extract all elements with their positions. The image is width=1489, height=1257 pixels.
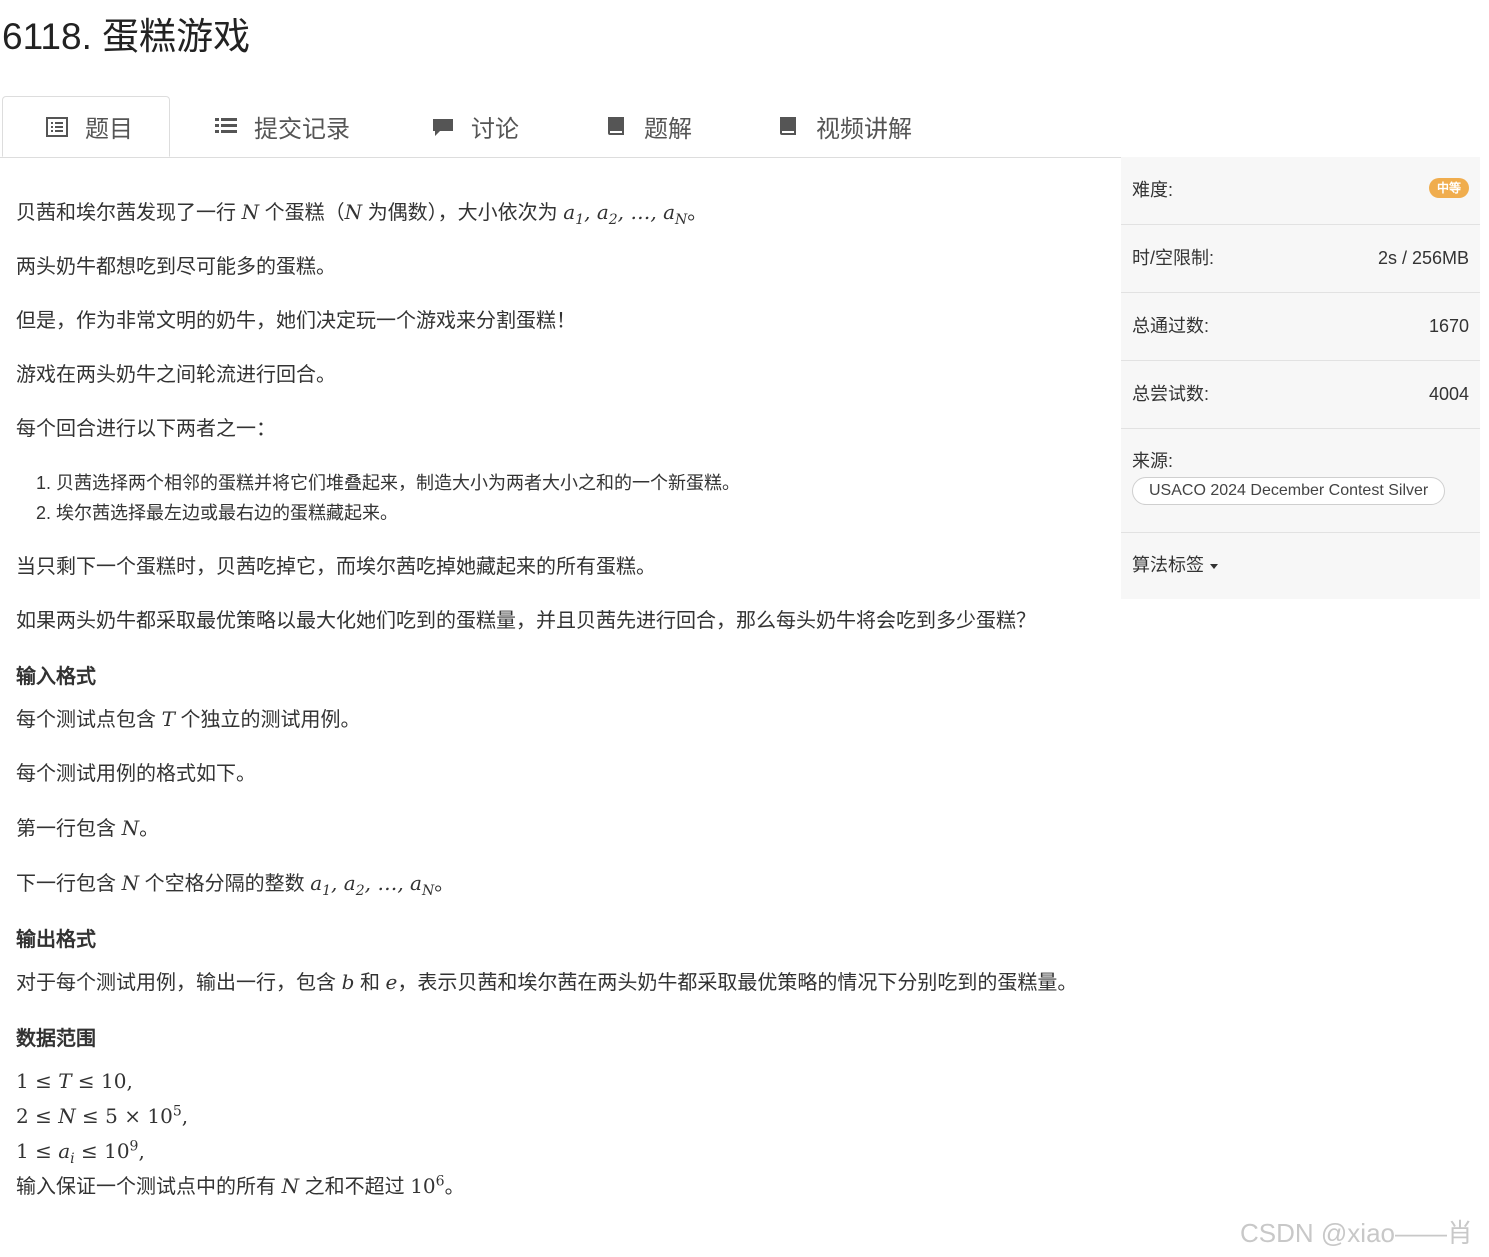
limit-label: 时/空限制: — [1132, 248, 1215, 268]
output-paragraph: 对于每个测试用例，输出一行，包含 b 和 e，表示贝茜和埃尔茜在两头奶牛都采取最… — [16, 965, 1091, 1000]
output-heading: 输出格式 — [16, 929, 96, 951]
input-heading: 输入格式 — [16, 666, 96, 688]
info-sidebar: 难度: 中等 时/空限制: 2s / 256MB 总通过数: 1670 总尝试数… — [1121, 157, 1480, 599]
statement-paragraph: 贝茜和埃尔茜发现了一行 N 个蛋糕（N 为偶数），大小依次为 a1, a2, …… — [16, 195, 1091, 230]
tab-submissions-label: 提交记录 — [254, 115, 350, 143]
text: 每个测试点包含 — [16, 709, 156, 731]
tab-problem[interactable]: 题目 — [2, 96, 170, 157]
text: 。 — [687, 202, 708, 224]
text: 下一行包含 — [16, 873, 116, 895]
input-paragraph: 每个测试点包含 T 个独立的测试用例。 — [16, 702, 1091, 737]
problem-tabs: 题目 提交记录 讨论 题解 视频讲解 — [0, 96, 1480, 158]
difficulty-row: 难度: 中等 — [1121, 157, 1480, 225]
math-e: e — [385, 970, 398, 994]
math-b: b — [341, 970, 355, 994]
tab-discussion-label: 讨论 — [471, 115, 519, 143]
math-N: N — [121, 871, 140, 895]
source-label: 来源: — [1132, 451, 1174, 471]
book-icon — [780, 117, 796, 135]
range-heading: 数据范围 — [16, 1028, 96, 1050]
difficulty-badge: 中等 — [1428, 178, 1469, 198]
range-line: 1 ≤ T ≤ 10, — [16, 1069, 133, 1093]
algorithm-tags-toggle[interactable]: 算法标签 — [1121, 533, 1480, 597]
list-alt-icon — [46, 116, 68, 137]
math-T: T — [161, 707, 175, 731]
math-sequence: a1, a2, …, aN — [563, 200, 688, 228]
comment-icon — [433, 119, 453, 136]
list-item: 埃尔茜选择最左边或最右边的蛋糕藏起来。 — [56, 498, 1091, 528]
caret-down-icon — [1210, 564, 1219, 570]
tab-solutions[interactable]: 题解 — [604, 96, 692, 156]
statement-paragraph: 如果两头奶牛都采取最优策略以最大化她们吃到的蛋糕量，并且贝茜先进行回合，那么每头… — [16, 610, 1036, 632]
input-paragraph: 每个测试用例的格式如下。 — [16, 763, 256, 785]
tags-label: 算法标签 — [1132, 555, 1204, 575]
limit-row: 时/空限制: 2s / 256MB — [1121, 225, 1480, 293]
text: 个空格分隔的整数 — [144, 873, 305, 895]
text: 。 — [444, 1176, 465, 1198]
text: 贝茜和埃尔茜发现了一行 — [16, 202, 236, 224]
input-paragraph: 下一行包含 N 个空格分隔的整数 a1, a2, …, aN。 — [16, 866, 1091, 901]
input-paragraph: 第一行包含 N。 — [16, 811, 1091, 846]
source-row: 来源: USACO 2024 December Contest Silver — [1121, 429, 1480, 533]
watermark: CSDN @xiao——肖 — [1240, 1218, 1473, 1248]
page-title: 6118. 蛋糕游戏 — [2, 16, 251, 57]
math-limit: 106 — [410, 1173, 445, 1198]
text: ，表示贝茜和埃尔茜在两头奶牛都采取最优策略的情况下分别吃到的蛋糕量。 — [397, 972, 1078, 994]
statement-paragraph: 两头奶牛都想吃到尽可能多的蛋糕。 — [16, 256, 336, 278]
tab-problem-label: 题目 — [85, 116, 133, 143]
statement-paragraph: 但是，作为非常文明的奶牛，她们决定玩一个游戏来分割蛋糕！ — [16, 310, 576, 332]
limit-value: 2s / 256MB — [1377, 248, 1469, 268]
statement-paragraph: 当只剩下一个蛋糕时，贝茜吃掉它，而埃尔茜吃掉她藏起来的所有蛋糕。 — [16, 556, 656, 578]
list-item: 贝茜选择两个相邻的蛋糕并将它们堆叠起来，制造大小为两者大小之和的一个新蛋糕。 — [56, 468, 1091, 498]
math-N: N — [241, 200, 260, 224]
attempts-label: 总尝试数: — [1132, 384, 1210, 404]
list-icon — [215, 118, 237, 133]
text: 个蛋糕（ — [264, 202, 345, 224]
difficulty-label: 难度: — [1132, 180, 1174, 200]
math-sequence: a1, a2, …, aN — [310, 871, 435, 899]
range-line: 2 ≤ N ≤ 5 × 105, — [16, 1103, 189, 1128]
tab-discussion[interactable]: 讨论 — [431, 96, 519, 156]
range-line: 输入保证一个测试点中的所有 N 之和不超过 106。 — [16, 1169, 1091, 1204]
text: 输入保证一个测试点中的所有 — [16, 1176, 276, 1198]
tab-video-label: 视频讲解 — [816, 115, 912, 143]
book-icon — [608, 117, 624, 135]
text: 和 — [359, 972, 380, 994]
passed-label: 总通过数: — [1132, 316, 1210, 336]
problem-content: 贝茜和埃尔茜发现了一行 N 个蛋糕（N 为偶数），大小依次为 a1, a2, …… — [16, 175, 1091, 1204]
passed-value: 1670 — [1428, 316, 1469, 336]
math-N: N — [121, 816, 140, 840]
tab-video[interactable]: 视频讲解 — [776, 96, 912, 156]
attempts-value: 4004 — [1428, 384, 1469, 404]
move-list: 贝茜选择两个相邻的蛋糕并将它们堆叠起来，制造大小为两者大小之和的一个新蛋糕。 埃… — [16, 468, 1091, 528]
text: 对于每个测试用例，输出一行，包含 — [16, 972, 336, 994]
text: 为偶数），大小依次为 — [367, 202, 558, 224]
statement-paragraph: 每个回合进行以下两者之一： — [16, 418, 276, 440]
text: 。 — [434, 873, 455, 895]
statement-paragraph: 游戏在两头奶牛之间轮流进行回合。 — [16, 364, 336, 386]
text: 第一行包含 — [16, 818, 116, 840]
attempts-row: 总尝试数: 4004 — [1121, 361, 1480, 429]
text: 之和不超过 — [304, 1176, 405, 1198]
math-N: N — [281, 1174, 300, 1198]
math-N: N — [344, 200, 363, 224]
tab-solutions-label: 题解 — [644, 115, 692, 143]
source-tag[interactable]: USACO 2024 December Contest Silver — [1132, 477, 1446, 505]
text: 个独立的测试用例。 — [180, 709, 361, 731]
tab-submissions[interactable]: 提交记录 — [214, 96, 350, 156]
range-line: 1 ≤ ai ≤ 109, — [16, 1138, 145, 1167]
text: 。 — [139, 818, 160, 840]
passed-row: 总通过数: 1670 — [1121, 293, 1480, 361]
